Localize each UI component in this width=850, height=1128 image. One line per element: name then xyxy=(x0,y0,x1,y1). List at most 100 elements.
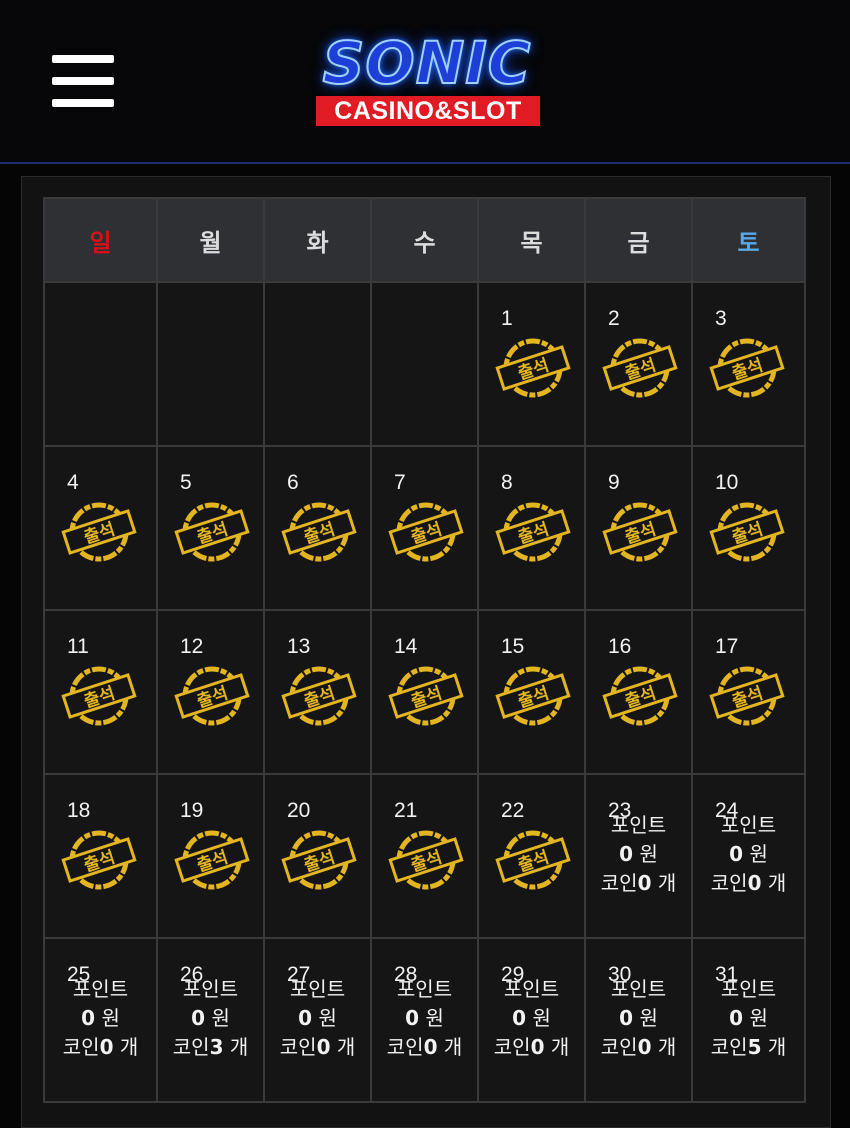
coin-label: 코인 xyxy=(386,1035,424,1059)
point-value-line: 0 원 xyxy=(158,1004,263,1033)
calendar-day-cell: 10 출석 xyxy=(691,445,806,611)
coin-value: 0 xyxy=(637,871,652,895)
coin-label: 코인 xyxy=(600,871,638,895)
weekday-tuesday: 화 xyxy=(263,197,372,283)
weekday-sunday: 일 xyxy=(43,197,158,283)
day-number: 12 xyxy=(180,635,204,658)
point-label: 포인트 xyxy=(289,977,346,1001)
attendance-stamp-icon: 출석 xyxy=(61,666,137,726)
calendar-week-row: 11 출석 12 출석 13 출석 14 출석 15 출석 16 출석 17 출석 xyxy=(43,609,806,775)
weekday-wednesday: 수 xyxy=(370,197,479,283)
calendar-week-row: 1 출석 2 출석 3 출석 xyxy=(43,281,806,447)
hamburger-menu-icon[interactable] xyxy=(52,55,114,111)
attendance-stamp-icon: 출석 xyxy=(61,502,137,562)
day-number: 2 xyxy=(608,307,620,330)
attendance-stamp-icon: 출석 xyxy=(388,830,464,890)
weekday-header-row: 일 월 화 수 목 금 토 xyxy=(43,197,806,283)
calendar-day-cell: 28 포인트 0 원 코인0 개 xyxy=(370,937,479,1103)
weekday-thursday: 목 xyxy=(477,197,586,283)
calendar-day-cell: 15 출석 xyxy=(477,609,586,775)
calendar-day-cell: 27 포인트 0 원 코인0 개 xyxy=(263,937,372,1103)
point-label: 포인트 xyxy=(503,977,560,1001)
point-value-line: 0 원 xyxy=(586,840,691,869)
day-number: 16 xyxy=(608,635,632,658)
point-value: 0 xyxy=(619,842,634,866)
calendar-day-cell: 30 포인트 0 원 코인0 개 xyxy=(584,937,693,1103)
coin-unit: 개 xyxy=(229,1035,249,1059)
day-number: 21 xyxy=(394,799,418,822)
point-value-line: 0 원 xyxy=(693,840,804,869)
calendar-day-cell: 22 출석 xyxy=(477,773,586,939)
point-value-line: 0 원 xyxy=(45,1004,156,1033)
point-value: 0 xyxy=(191,1006,206,1030)
coin-value: 0 xyxy=(637,1035,652,1059)
coin-line: 코인0 개 xyxy=(586,869,691,898)
logo-title: SONIC xyxy=(322,29,532,97)
calendar-day-cell: 18 출석 xyxy=(43,773,158,939)
coin-unit: 개 xyxy=(443,1035,463,1059)
day-number: 22 xyxy=(501,799,525,822)
point-value: 0 xyxy=(298,1006,313,1030)
coin-unit: 개 xyxy=(767,871,787,895)
coin-unit: 개 xyxy=(336,1035,356,1059)
point-value: 0 xyxy=(619,1006,634,1030)
day-reward-info: 포인트 0 원 코인5 개 xyxy=(693,975,804,1062)
calendar-day-cell: 14 출석 xyxy=(370,609,479,775)
calendar-day-cell: 19 출석 xyxy=(156,773,265,939)
calendar-day-cell: 21 출석 xyxy=(370,773,479,939)
day-number: 3 xyxy=(715,307,727,330)
attendance-stamp-icon: 출석 xyxy=(709,338,785,398)
attendance-stamp-icon: 출석 xyxy=(602,666,678,726)
calendar-day-cell: 9 출석 xyxy=(584,445,693,611)
coin-line: 코인0 개 xyxy=(693,869,804,898)
point-unit: 원 xyxy=(318,1006,337,1030)
coin-label: 코인 xyxy=(710,871,748,895)
point-value: 0 xyxy=(729,1006,744,1030)
point-value: 0 xyxy=(81,1006,96,1030)
coin-label: 코인 xyxy=(62,1035,100,1059)
attendance-stamp-icon: 출석 xyxy=(495,502,571,562)
calendar-day-cell: 17 출석 xyxy=(691,609,806,775)
weekday-friday: 금 xyxy=(584,197,693,283)
day-reward-info: 포인트 0 원 코인0 개 xyxy=(265,975,370,1062)
day-number: 20 xyxy=(287,799,311,822)
calendar-day-cell: 2 출석 xyxy=(584,281,693,447)
day-number: 14 xyxy=(394,635,418,658)
coin-value: 0 xyxy=(316,1035,331,1059)
day-number: 10 xyxy=(715,471,739,494)
point-label: 포인트 xyxy=(396,977,453,1001)
coin-line: 코인3 개 xyxy=(158,1033,263,1062)
weekday-saturday: 토 xyxy=(691,197,806,283)
point-value: 0 xyxy=(729,842,744,866)
calendar-day-cell xyxy=(43,281,158,447)
calendar-day-cell: 16 출석 xyxy=(584,609,693,775)
point-unit: 원 xyxy=(211,1006,230,1030)
day-reward-info: 포인트 0 원 코인0 개 xyxy=(586,975,691,1062)
day-number: 5 xyxy=(180,471,192,494)
day-number: 19 xyxy=(180,799,204,822)
attendance-stamp-icon: 출석 xyxy=(495,338,571,398)
point-value-line: 0 원 xyxy=(372,1004,477,1033)
day-number: 17 xyxy=(715,635,739,658)
coin-unit: 개 xyxy=(550,1035,570,1059)
calendar-day-cell xyxy=(263,281,372,447)
day-number: 6 xyxy=(287,471,299,494)
attendance-stamp-icon: 출석 xyxy=(281,666,357,726)
calendar-day-cell: 7 출석 xyxy=(370,445,479,611)
site-logo[interactable]: SONIC CASINO&SLOT xyxy=(292,29,562,130)
coin-unit: 개 xyxy=(767,1035,787,1059)
coin-value: 0 xyxy=(99,1035,114,1059)
point-label: 포인트 xyxy=(610,813,667,837)
point-unit: 원 xyxy=(749,842,768,866)
point-unit: 원 xyxy=(425,1006,444,1030)
coin-value: 0 xyxy=(747,871,762,895)
day-reward-info: 포인트 0 원 코인0 개 xyxy=(372,975,477,1062)
calendar-day-cell: 1 출석 xyxy=(477,281,586,447)
coin-line: 코인5 개 xyxy=(693,1033,804,1062)
calendar-day-cell: 26 포인트 0 원 코인3 개 xyxy=(156,937,265,1103)
coin-label: 코인 xyxy=(493,1035,531,1059)
attendance-stamp-icon: 출석 xyxy=(495,666,571,726)
coin-line: 코인0 개 xyxy=(479,1033,584,1062)
day-number: 4 xyxy=(67,471,79,494)
attendance-calendar: 일 월 화 수 목 금 토 1 출석 2 출석 3 출석 4 출석 5 출석 6 출석 7 출석 8 출석 9 출… xyxy=(43,197,806,1103)
